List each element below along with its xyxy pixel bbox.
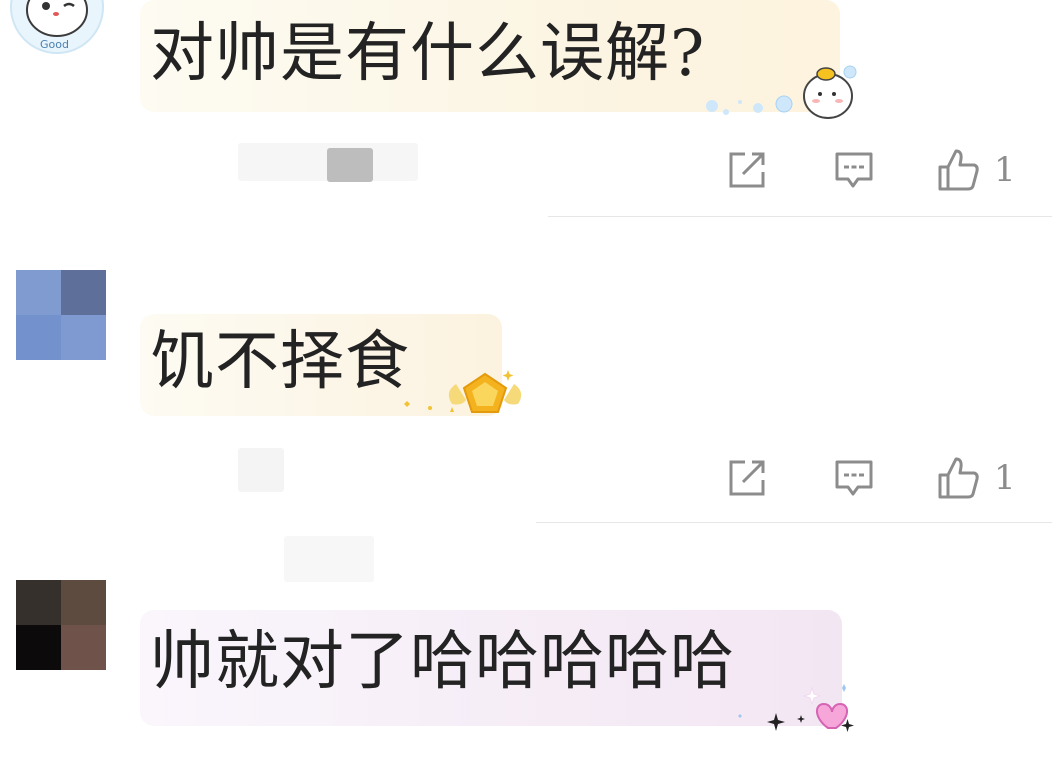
share-button[interactable] bbox=[726, 454, 768, 502]
like-count: 1 bbox=[994, 458, 1016, 498]
share-icon bbox=[729, 152, 765, 188]
comment-text: 对帅是有什么误解? bbox=[150, 17, 706, 91]
avatar[interactable] bbox=[16, 580, 106, 670]
divider bbox=[536, 522, 1052, 523]
chick-sticker-icon bbox=[700, 60, 860, 124]
comment-text: 饥不择食 bbox=[150, 325, 410, 399]
comment-meta-blurred bbox=[284, 536, 374, 582]
share-icon bbox=[729, 460, 765, 496]
comment-actions: 1 bbox=[720, 454, 1040, 502]
reply-button[interactable] bbox=[834, 454, 874, 502]
avatar[interactable] bbox=[16, 270, 106, 360]
thumbs-up-icon bbox=[938, 149, 979, 191]
comment-meta-blurred bbox=[327, 148, 373, 182]
divider bbox=[548, 216, 1052, 217]
comment-icon bbox=[835, 152, 873, 188]
avatar[interactable]: Good bbox=[10, 0, 104, 54]
share-button[interactable] bbox=[726, 146, 768, 194]
reply-button[interactable] bbox=[834, 146, 874, 194]
comment-actions: 1 bbox=[720, 146, 1040, 194]
comment-meta-blurred bbox=[238, 448, 284, 492]
comment-item-1: Good 对帅是有什么误解? 1 bbox=[0, 0, 1052, 218]
heart-sticker-icon bbox=[730, 676, 860, 740]
like-button[interactable]: 1 bbox=[936, 146, 1016, 194]
comment-icon bbox=[835, 460, 873, 496]
medal-sticker-icon bbox=[396, 366, 526, 426]
like-button[interactable]: 1 bbox=[936, 454, 1016, 502]
avatar-label: Good bbox=[40, 38, 69, 51]
comment-item-2: 饥不择食 1 bbox=[0, 218, 1052, 524]
thumbs-up-icon bbox=[938, 457, 979, 499]
comment-text: 帅就对了哈哈哈哈哈 bbox=[150, 625, 735, 699]
comment-item-3: 帅就对了哈哈哈哈哈 bbox=[0, 524, 1052, 757]
like-count: 1 bbox=[994, 150, 1016, 190]
